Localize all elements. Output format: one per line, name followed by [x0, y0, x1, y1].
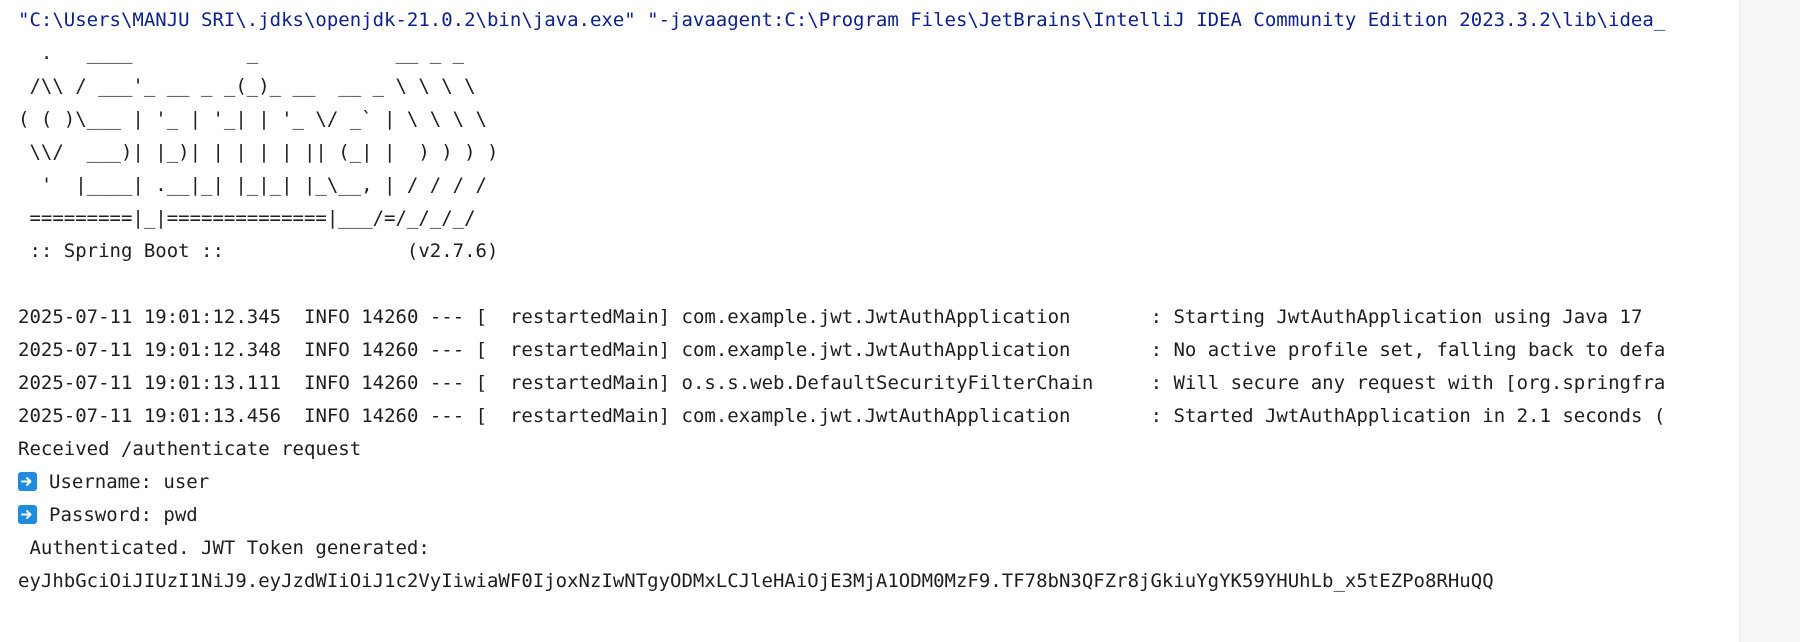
log-pid: 14260 — [361, 405, 419, 427]
username-text: Username: user — [49, 471, 210, 493]
log-logger: com.example.jwt.JwtAuthApplication — [681, 405, 1071, 427]
banner-line: ( ( )\___ | '_ | '_| | '_ \/ _` | \ \ \ … — [18, 108, 487, 130]
right-arrow-icon — [18, 505, 37, 524]
log-level: INFO — [304, 306, 350, 328]
log-thread: restartedMain — [509, 372, 659, 394]
log-message: : Will secure any request with [org.spri… — [1150, 372, 1666, 394]
banner-line: . ____ _ __ _ _ — [18, 42, 465, 64]
username-line: Username: user — [18, 466, 1740, 499]
log-line: 2025-07-11 19:01:12.348 INFO 14260 --- [… — [18, 339, 1666, 361]
banner-line: /\\ / ___'_ __ _ _(_)_ __ __ _ \ \ \ \ — [18, 75, 476, 97]
right-arrow-icon — [18, 472, 37, 491]
banner-line: ' |____| .__|_| |_|_| |_\__, | / / / / — [18, 174, 487, 196]
log-message: : No active profile set, falling back to… — [1150, 339, 1666, 361]
authenticated-line: Authenticated. JWT Token generated: — [18, 537, 430, 559]
password-text: Password: pwd — [49, 504, 198, 526]
log-pid: 14260 — [361, 372, 419, 394]
banner-line: \\/ ___)| |_)| | | | | || (_| | ) ) ) ) — [18, 141, 499, 163]
log-pid: 14260 — [361, 339, 419, 361]
console-output[interactable]: "C:\Users\MANJU SRI\.jdks\openjdk-21.0.2… — [0, 0, 1740, 642]
log-level: INFO — [304, 339, 350, 361]
log-level: INFO — [304, 372, 350, 394]
spring-boot-version-line: :: Spring Boot :: (v2.7.6) — [18, 240, 499, 262]
log-timestamp: 2025-07-11 19:01:13.111 — [18, 372, 282, 394]
banner-line: =========|_|==============|___/=/_/_/_/ — [18, 207, 476, 229]
log-timestamp: 2025-07-11 19:01:12.345 — [18, 306, 282, 328]
log-line: 2025-07-11 19:01:13.456 INFO 14260 --- [… — [18, 405, 1666, 427]
log-thread: restartedMain — [509, 405, 659, 427]
received-request-line: Received /authenticate request — [18, 438, 362, 460]
vertical-scrollbar[interactable] — [1739, 0, 1800, 642]
log-message: : Starting JwtAuthApplication using Java… — [1150, 306, 1643, 328]
log-pid: 14260 — [361, 306, 419, 328]
log-timestamp: 2025-07-11 19:01:12.348 — [18, 339, 282, 361]
log-line: 2025-07-11 19:01:13.111 INFO 14260 --- [… — [18, 372, 1666, 394]
log-timestamp: 2025-07-11 19:01:13.456 — [18, 405, 282, 427]
command-line: "C:\Users\MANJU SRI\.jdks\openjdk-21.0.2… — [18, 9, 1666, 31]
log-level: INFO — [304, 405, 350, 427]
log-line: 2025-07-11 19:01:12.345 INFO 14260 --- [… — [18, 306, 1643, 328]
jwt-token-line: eyJhbGciOiJIUzI1NiJ9.eyJzdWIiOiJ1c2VyIiw… — [18, 570, 1494, 592]
log-logger: o.s.s.web.DefaultSecurityFilterChain — [681, 372, 1094, 394]
log-message: : Started JwtAuthApplication in 2.1 seco… — [1150, 405, 1666, 427]
console-lines: "C:\Users\MANJU SRI\.jdks\openjdk-21.0.2… — [18, 4, 1740, 598]
password-line: Password: pwd — [18, 499, 1740, 532]
log-thread: restartedMain — [509, 339, 659, 361]
log-logger: com.example.jwt.JwtAuthApplication — [681, 339, 1071, 361]
log-logger: com.example.jwt.JwtAuthApplication — [681, 306, 1071, 328]
log-thread: restartedMain — [509, 306, 659, 328]
